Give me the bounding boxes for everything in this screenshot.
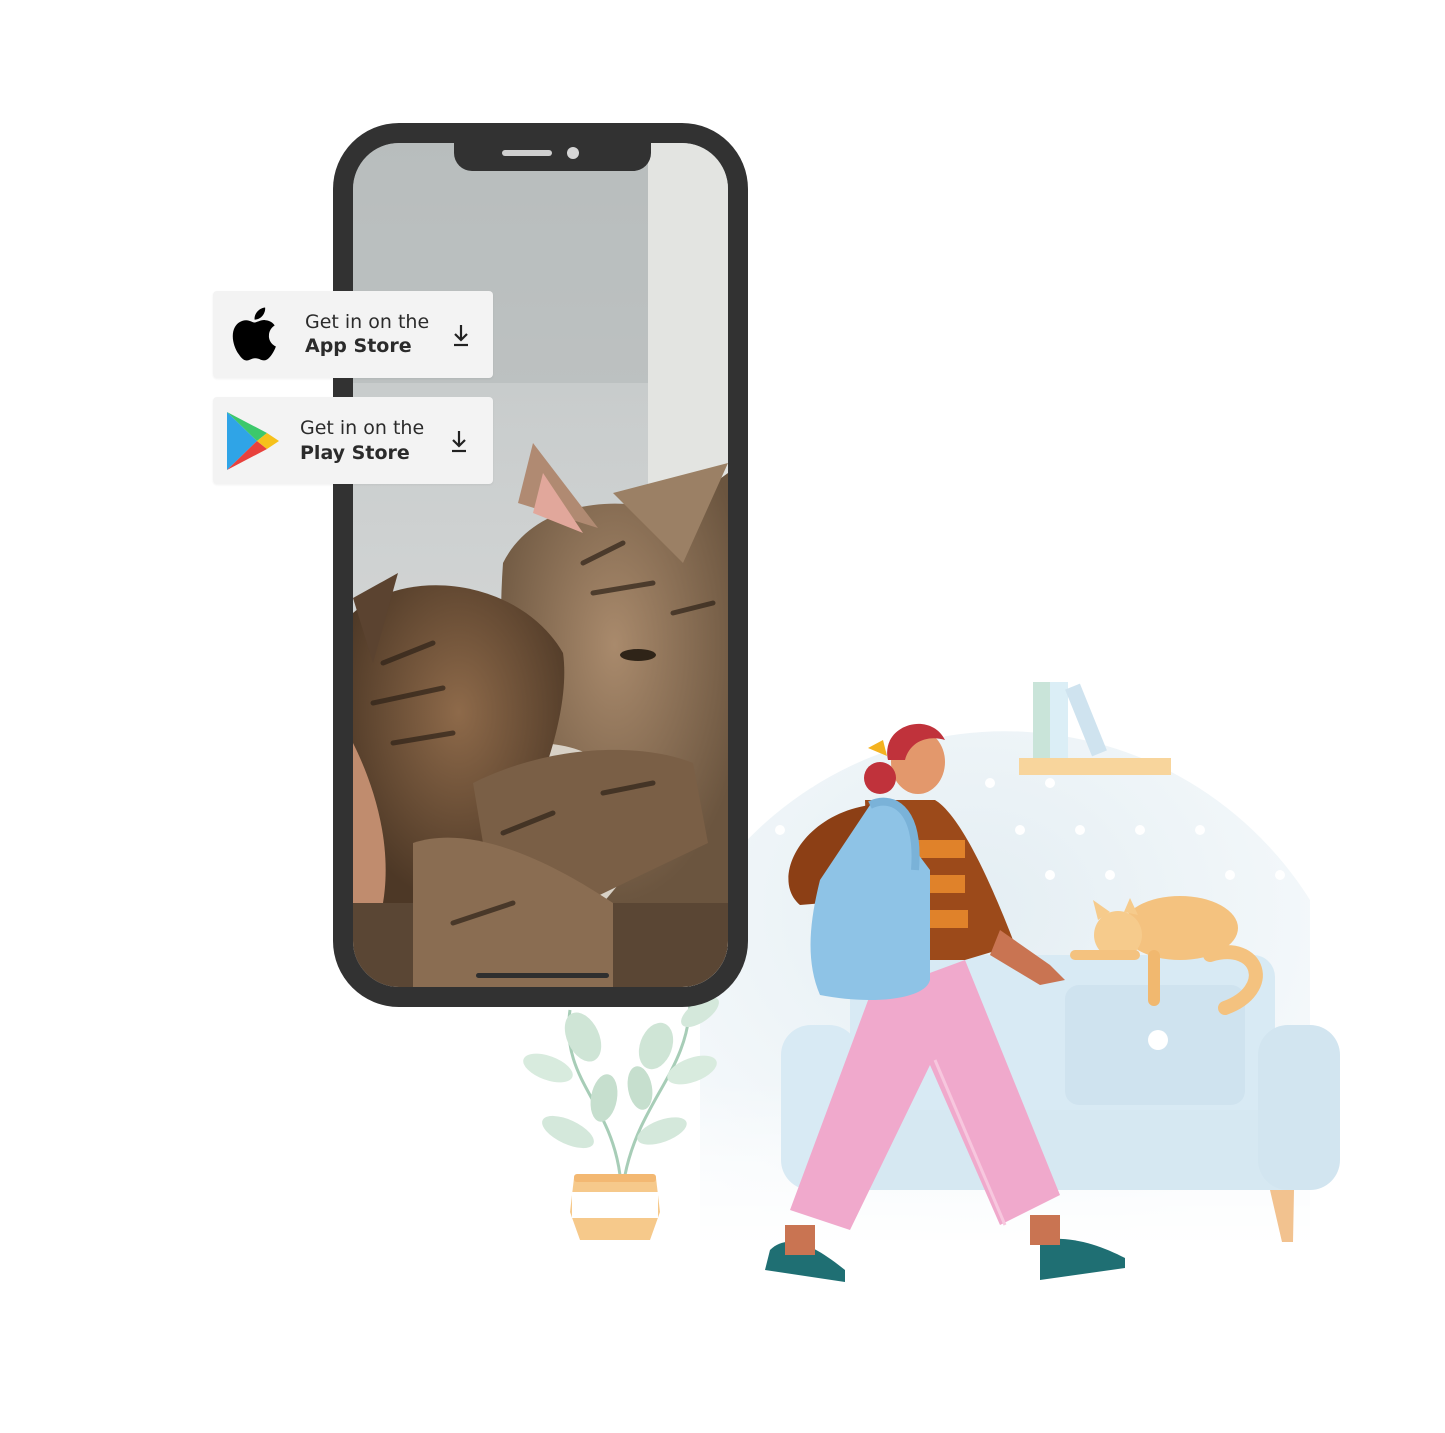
phone-speaker bbox=[502, 150, 552, 156]
download-icon bbox=[449, 429, 469, 453]
phone-camera bbox=[567, 147, 579, 159]
play-store-button[interactable]: Get in on the Play Store bbox=[213, 397, 493, 484]
play-store-label: Play Store bbox=[300, 442, 410, 464]
play-store-prelabel: Get in on the bbox=[300, 417, 425, 439]
home-indicator bbox=[476, 973, 609, 978]
phone-notch bbox=[454, 143, 651, 171]
app-store-prelabel: Get in on the bbox=[305, 311, 430, 333]
phone-screen bbox=[353, 143, 728, 987]
app-store-button[interactable]: Get in on the App Store bbox=[213, 291, 493, 378]
google-play-logo-icon bbox=[225, 410, 281, 472]
kittens-photo bbox=[353, 143, 728, 987]
wall-shelf bbox=[1019, 682, 1171, 775]
download-icon bbox=[451, 323, 471, 347]
app-store-label: App Store bbox=[305, 335, 412, 357]
apple-logo-icon bbox=[228, 305, 278, 363]
